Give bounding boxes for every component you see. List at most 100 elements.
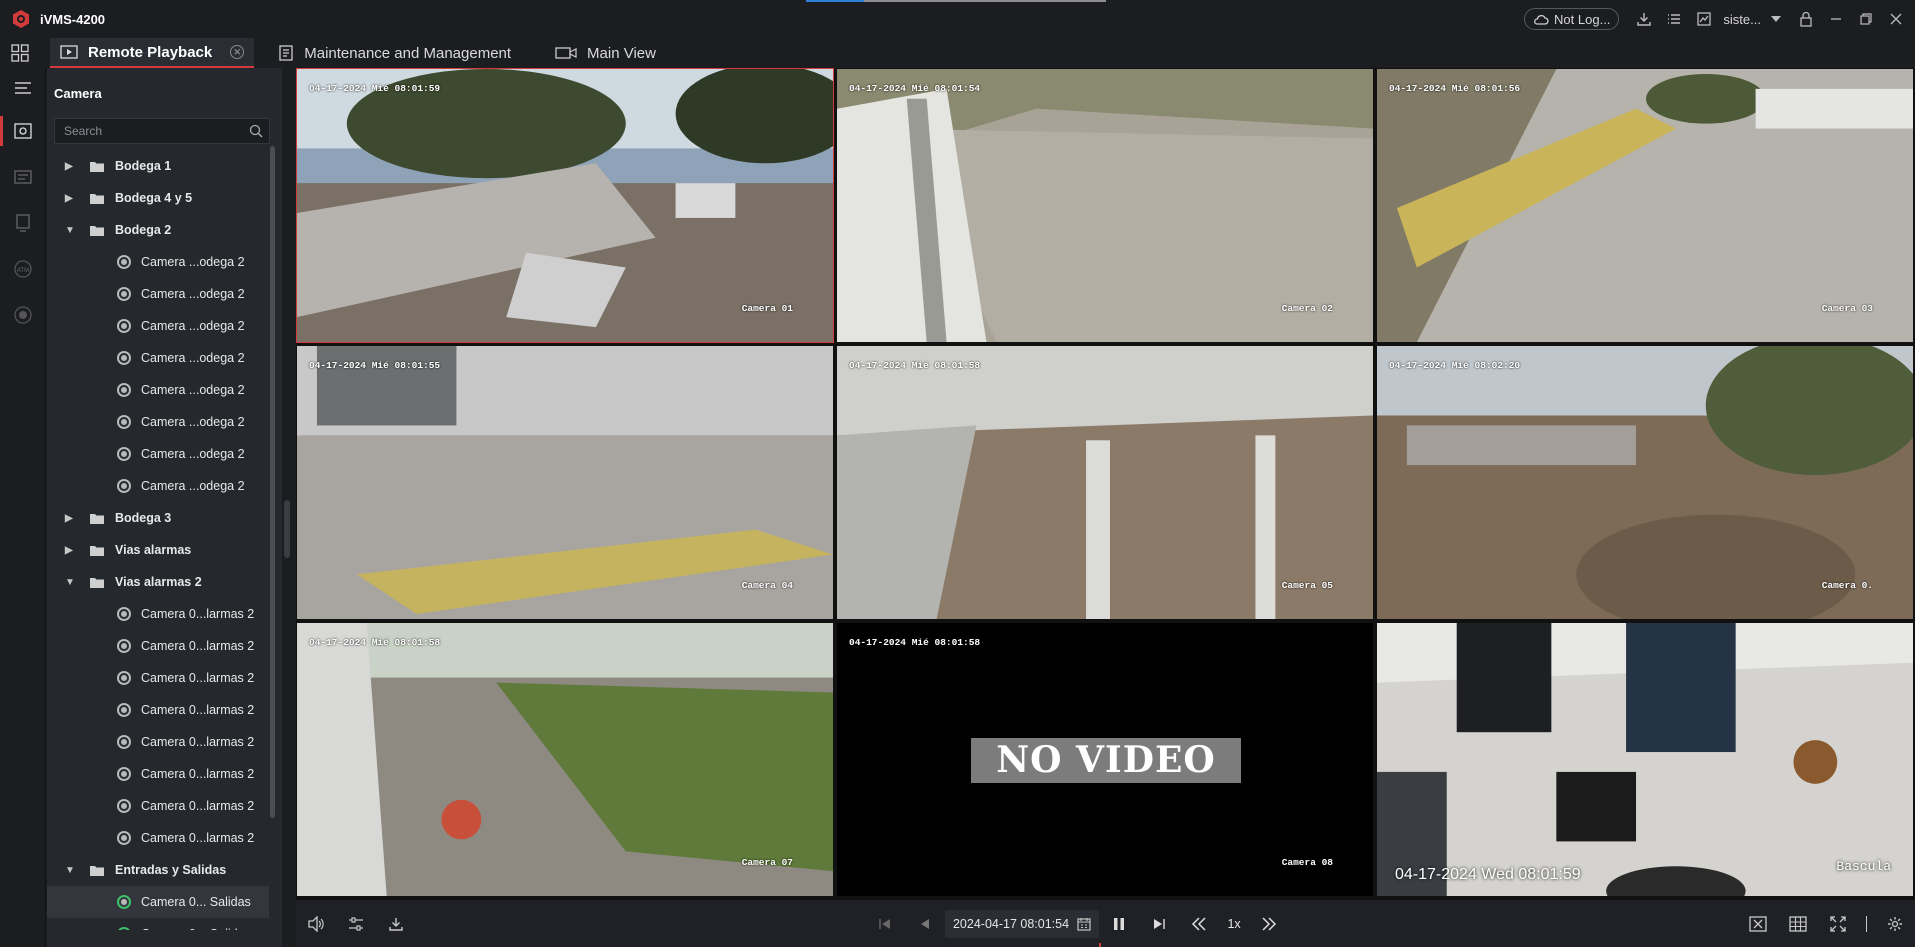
tree-camera-item[interactable]: Camera ...odega 2 bbox=[47, 310, 269, 342]
minimize-icon[interactable] bbox=[1821, 4, 1851, 34]
video-window-9[interactable]: 04-17-2024 Wed 08:01:59 Bascula bbox=[1376, 622, 1914, 897]
caret-down-icon[interactable]: ▼ bbox=[65, 577, 79, 588]
user-menu-chevron-down-icon[interactable] bbox=[1761, 4, 1791, 34]
tree-group[interactable]: ▶ Bodega 4 y 5 bbox=[47, 182, 269, 214]
menu-icon[interactable] bbox=[0, 68, 46, 108]
window-layout-icon[interactable] bbox=[1778, 904, 1818, 944]
sidebar-scrollbar[interactable] bbox=[270, 146, 275, 818]
tree-camera-item[interactable]: Camera 0...larmas 2 bbox=[47, 630, 269, 662]
tree-group[interactable]: ▼ Bodega 2 bbox=[47, 214, 269, 246]
video-window-1[interactable]: 04-17-2024 Mié 08:01:59 Camera 01 bbox=[296, 68, 834, 343]
tab-close-icon[interactable]: ✕ bbox=[230, 45, 245, 59]
camera-icon bbox=[117, 287, 131, 301]
tree-camera-item[interactable]: Camera 0...larmas 2 bbox=[47, 790, 269, 822]
tab-remote-playback[interactable]: Remote Playback ✕ bbox=[50, 38, 255, 68]
previous-frame-icon[interactable] bbox=[905, 904, 945, 944]
tree-camera-item[interactable]: Camera 0...larmas 2 bbox=[47, 822, 269, 854]
playback-datetime-field[interactable]: 2024-04-17 08:01:54 bbox=[944, 909, 1100, 938]
fisheye-icon[interactable] bbox=[0, 292, 46, 338]
video-window-8[interactable]: 04-17-2024 Mié 08:01:58 NO VIDEO Camera … bbox=[836, 622, 1374, 897]
tree-item-label: Bodega 1 bbox=[115, 159, 172, 173]
loading-indicator bbox=[806, 0, 1106, 2]
tree-camera-item[interactable]: Camera ...odega 2 bbox=[47, 246, 269, 278]
osd-timestamp: 04-17-2024 Mié 08:01:56 bbox=[1389, 83, 1521, 94]
tree-camera-item[interactable]: Camera 0...larmas 2 bbox=[47, 726, 269, 758]
tree-camera-item[interactable]: Camera ...odega 2 bbox=[47, 438, 269, 470]
timeline-marker bbox=[1099, 943, 1101, 947]
tree-group[interactable]: ▼ Vias alarmas 2 bbox=[47, 566, 269, 598]
calendar-icon[interactable] bbox=[1077, 917, 1091, 931]
video-window-4[interactable]: 04-17-2024 Mié 08:01:55 Camera 04 bbox=[296, 345, 834, 620]
video-window-5[interactable]: 04-17-2024 Mié 08:01:58 Camera 05 bbox=[836, 345, 1374, 620]
osd-camera-name: Camera 05 bbox=[1281, 580, 1333, 591]
playback-toolbar: 2024-04-17 08:01:54 1x bbox=[296, 900, 1915, 947]
device-icon[interactable] bbox=[0, 200, 46, 246]
video-window-6[interactable]: 04-17-2024 Mié 08:02:20 Camera 0. bbox=[1376, 345, 1914, 620]
task-list-icon[interactable] bbox=[1659, 4, 1689, 34]
tree-camera-item[interactable]: Camera 0... Salidas bbox=[47, 886, 269, 918]
next-frame-icon[interactable] bbox=[1139, 904, 1179, 944]
tree-camera-item[interactable]: Camera 0...larmas 2 bbox=[47, 758, 269, 790]
tree-group[interactable]: ▼ Entradas y Salidas bbox=[47, 854, 269, 886]
video-window-3[interactable]: 04-17-2024 Mié 08:01:56 Camera 03 bbox=[1376, 68, 1914, 343]
slow-down-icon[interactable] bbox=[1179, 904, 1219, 944]
camera-icon bbox=[117, 383, 131, 397]
download-icon[interactable] bbox=[1629, 4, 1659, 34]
camera-list-icon[interactable] bbox=[0, 108, 46, 154]
module-grid-icon[interactable] bbox=[0, 38, 40, 68]
tree-camera-item[interactable]: Camera 0... Salidas bbox=[47, 918, 269, 930]
tree-group[interactable]: ▶ Bodega 3 bbox=[47, 502, 269, 534]
caret-down-icon[interactable]: ▼ bbox=[65, 225, 79, 236]
tree-camera-item[interactable]: Camera ...odega 2 bbox=[47, 374, 269, 406]
stop-all-icon[interactable] bbox=[1738, 904, 1778, 944]
osd-timestamp: 04-17-2024 Mié 08:01:59 bbox=[309, 83, 441, 94]
pause-icon[interactable] bbox=[1099, 904, 1139, 944]
caret-right-icon[interactable]: ▶ bbox=[65, 545, 79, 556]
atm-icon[interactable]: ATM bbox=[0, 246, 46, 292]
statistics-icon[interactable] bbox=[1689, 4, 1719, 34]
tree-item-label: Bodega 2 bbox=[115, 223, 172, 237]
tree-group[interactable]: ▶ Vias alarmas bbox=[47, 534, 269, 566]
event-list-icon[interactable] bbox=[0, 154, 46, 200]
search-icon[interactable] bbox=[249, 124, 263, 138]
download-clip-icon[interactable] bbox=[376, 904, 416, 944]
tab-main-view[interactable]: Main View bbox=[545, 38, 666, 68]
tree-item-label: Camera 0...larmas 2 bbox=[141, 703, 255, 717]
tree-camera-item[interactable]: Camera 0...larmas 2 bbox=[47, 598, 269, 630]
settings-gear-icon[interactable] bbox=[1875, 904, 1915, 944]
folder-icon bbox=[89, 544, 105, 557]
video-window-2[interactable]: 04-17-2024 Mié 08:01:54 Camera 02 bbox=[836, 68, 1374, 343]
caret-down-icon[interactable]: ▼ bbox=[65, 865, 79, 876]
camera-sidebar: Camera ▶ Bodega 1 ▶ Bodega 4 y 5 ▼ Bodega 2 Ca… bbox=[47, 68, 282, 947]
camera-feed-image bbox=[1377, 623, 1913, 896]
fullscreen-icon[interactable] bbox=[1818, 904, 1858, 944]
caret-right-icon[interactable]: ▶ bbox=[65, 193, 79, 204]
search-input[interactable] bbox=[64, 124, 234, 138]
playback-speed: 1x bbox=[1227, 916, 1241, 931]
tree-group[interactable]: ▶ Bodega 1 bbox=[47, 150, 269, 182]
adjust-icon[interactable] bbox=[336, 904, 376, 944]
tree-camera-item[interactable]: Camera 0...larmas 2 bbox=[47, 662, 269, 694]
restore-icon[interactable] bbox=[1851, 4, 1881, 34]
video-window-7[interactable]: 04-17-2024 Mié 08:01:58 Camera 07 bbox=[296, 622, 834, 897]
sidebar-splitter-handle[interactable] bbox=[284, 500, 290, 558]
tree-camera-item[interactable]: Camera ...odega 2 bbox=[47, 470, 269, 502]
volume-icon[interactable] bbox=[296, 904, 336, 944]
caret-right-icon[interactable]: ▶ bbox=[65, 513, 79, 524]
tree-camera-item[interactable]: Camera ...odega 2 bbox=[47, 278, 269, 310]
tree-camera-item[interactable]: Camera ...odega 2 bbox=[47, 406, 269, 438]
login-status-button[interactable]: Not Log... bbox=[1524, 8, 1620, 30]
osd-timestamp: 04-17-2024 Mié 08:02:20 bbox=[1389, 360, 1521, 371]
skip-start-icon[interactable] bbox=[865, 904, 905, 944]
close-icon[interactable] bbox=[1881, 4, 1911, 34]
speed-up-icon[interactable] bbox=[1249, 904, 1289, 944]
lock-icon[interactable] bbox=[1791, 4, 1821, 34]
tab-maintenance[interactable]: Maintenance and Management bbox=[268, 38, 521, 68]
tree-camera-item[interactable]: Camera 0...larmas 2 bbox=[47, 694, 269, 726]
tree-item-label: Camera 0...larmas 2 bbox=[141, 735, 255, 749]
osd-camera-name: Bascula bbox=[1836, 859, 1891, 874]
tree-item-label: Camera ...odega 2 bbox=[141, 447, 245, 461]
caret-right-icon[interactable]: ▶ bbox=[65, 161, 79, 172]
tree-camera-item[interactable]: Camera ...odega 2 bbox=[47, 342, 269, 374]
camera-icon bbox=[117, 479, 131, 493]
